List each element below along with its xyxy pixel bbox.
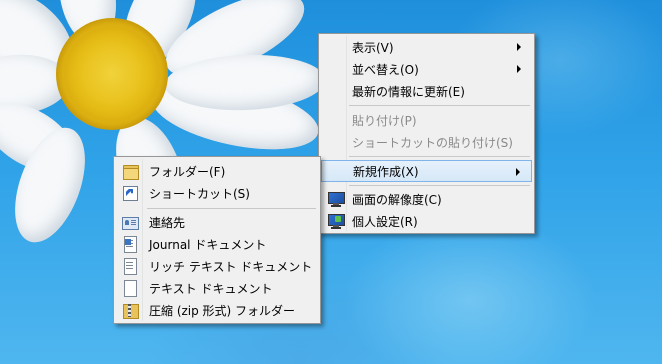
menu-item-label: 新規作成(X): [353, 164, 419, 179]
submenu-arrow-icon: [517, 43, 521, 51]
menu-item-label: テキスト ドキュメント: [149, 281, 273, 296]
submenu-item-journal-document[interactable]: Journal ドキュメント: [116, 233, 318, 255]
submenu-item-folder[interactable]: フォルダー(F): [116, 160, 318, 182]
menu-item-label: Journal ドキュメント: [149, 237, 267, 252]
menu-item-paste[interactable]: 貼り付け(P): [321, 109, 532, 131]
journal-document-icon: [122, 236, 138, 253]
new-submenu: フォルダー(F) ショートカット(S) 連絡先 Journal ドキュメント リ…: [113, 156, 321, 324]
desktop-context-menu: 表示(V) 並べ替え(O) 最新の情報に更新(E) 貼り付け(P) ショートカッ…: [318, 33, 535, 234]
submenu-item-text-document[interactable]: テキスト ドキュメント: [116, 277, 318, 299]
menu-item-label: 画面の解像度(C): [352, 192, 442, 207]
menu-separator: [349, 105, 530, 106]
submenu-item-shortcut[interactable]: ショートカット(S): [116, 182, 318, 204]
zip-folder-icon: [122, 302, 139, 319]
submenu-arrow-icon: [517, 65, 521, 73]
personalize-icon: [328, 213, 345, 229]
menu-item-view[interactable]: 表示(V): [321, 36, 532, 58]
menu-item-label: ショートカット(S): [149, 186, 250, 201]
menu-item-paste-shortcut[interactable]: ショートカットの貼り付け(S): [321, 131, 532, 153]
menu-item-refresh[interactable]: 最新の情報に更新(E): [321, 80, 532, 102]
menu-item-label: リッチ テキスト ドキュメント: [149, 259, 313, 274]
contact-icon: [122, 214, 139, 230]
menu-separator: [349, 156, 530, 157]
monitor-icon: [328, 191, 345, 207]
menu-item-label: 圧縮 (zip 形式) フォルダー: [149, 303, 296, 318]
submenu-item-contact[interactable]: 連絡先: [116, 211, 318, 233]
submenu-item-zip-folder[interactable]: 圧縮 (zip 形式) フォルダー: [116, 299, 318, 321]
submenu-item-rich-text-document[interactable]: リッチ テキスト ドキュメント: [116, 255, 318, 277]
menu-item-label: 連絡先: [149, 215, 186, 230]
menu-separator: [349, 185, 530, 186]
menu-separator: [147, 208, 316, 209]
menu-item-label: 最新の情報に更新(E): [352, 84, 465, 99]
submenu-arrow-icon: [516, 168, 520, 176]
menu-item-label: ショートカットの貼り付け(S): [352, 135, 513, 150]
menu-item-personalize[interactable]: 個人設定(R): [321, 210, 532, 232]
folder-icon: [122, 163, 139, 180]
flower-center: [56, 18, 168, 130]
menu-item-label: 並べ替え(O): [352, 62, 419, 77]
menu-item-new[interactable]: 新規作成(X): [321, 160, 532, 182]
menu-item-screen-resolution[interactable]: 画面の解像度(C): [321, 188, 532, 210]
menu-item-sort-by[interactable]: 並べ替え(O): [321, 58, 532, 80]
menu-item-label: 個人設定(R): [352, 214, 418, 229]
menu-item-label: 表示(V): [352, 40, 394, 55]
text-document-icon: [122, 280, 138, 297]
rich-text-document-icon: [122, 258, 138, 275]
shortcut-icon: [122, 185, 138, 201]
menu-item-label: 貼り付け(P): [352, 113, 417, 128]
menu-item-label: フォルダー(F): [149, 164, 226, 179]
